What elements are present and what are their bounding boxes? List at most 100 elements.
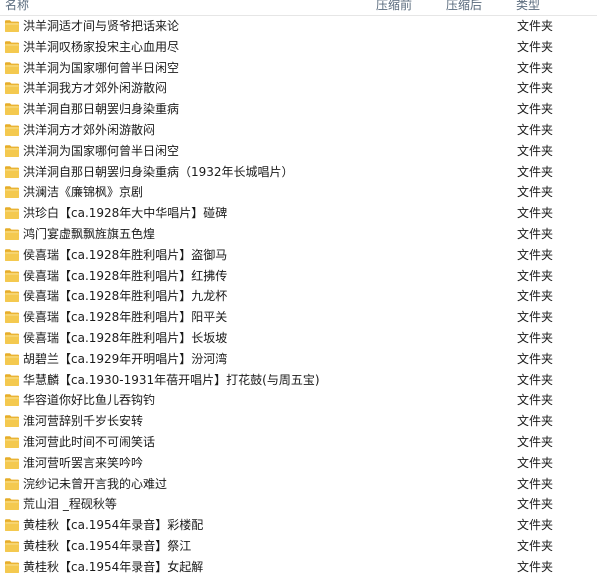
list-item[interactable]: 侯喜瑞【ca.1928年胜利唱片】红拂传 文件夹: [0, 266, 597, 287]
file-list: 洪羊洞适才间与贤爷把话来论 文件夹 洪羊洞叹杨家投宋主心血用尽 文件夹 洪羊洞为国家哪何…: [0, 16, 597, 578]
list-item[interactable]: 洪澜洁《廉锦枫》京剧 文件夹: [0, 182, 597, 203]
item-type: 文件夹: [517, 289, 554, 304]
list-item[interactable]: 洪羊洞叹杨家投宋主心血用尽 文件夹: [0, 37, 597, 58]
item-name: 华慧麟【ca.1930-1931年蓓开唱片】打花鼓(与周五宝): [23, 372, 320, 387]
item-name: 洪羊洞我方才郊外闲游散闷: [23, 81, 168, 96]
item-name: 洪洋洞为国家哪何曾半日闲空: [23, 143, 180, 158]
list-item[interactable]: 侯喜瑞【ca.1928年胜利唱片】阳平关 文件夹: [0, 307, 597, 328]
item-type: 文件夹: [517, 434, 554, 449]
list-item[interactable]: 黄桂秋【ca.1954年录音】祭江 文件夹: [0, 536, 597, 557]
folder-icon: [4, 393, 20, 407]
list-item[interactable]: 洪洋洞为国家哪何曾半日闲空 文件夹: [0, 141, 597, 162]
item-name: 侯喜瑞【ca.1928年胜利唱片】九龙杯: [23, 289, 228, 304]
item-type: 文件夹: [517, 330, 554, 345]
folder-icon: [4, 414, 20, 428]
item-name: 荒山泪 _程砚秋等: [23, 497, 117, 512]
list-item[interactable]: 洪羊洞我方才郊外闲游散闷 文件夹: [0, 78, 597, 99]
folder-icon: [4, 227, 20, 241]
column-header-ratio[interactable]: 压缩后: [446, 0, 482, 13]
folder-icon: [4, 269, 20, 283]
list-item[interactable]: 胡碧兰【ca.1929年开明唱片】汾河湾 文件夹: [0, 349, 597, 370]
list-item[interactable]: 侯喜瑞【ca.1928年胜利唱片】长坂坡 文件夹: [0, 328, 597, 349]
item-name: 淮河营辞别千岁长安转: [23, 414, 144, 429]
item-type: 文件夹: [517, 226, 554, 241]
folder-icon: [4, 331, 20, 345]
list-item[interactable]: 黄桂秋【ca.1954年录音】彩楼配 文件夹: [0, 515, 597, 536]
folder-icon: [4, 81, 20, 95]
item-type: 文件夹: [517, 102, 554, 117]
list-item[interactable]: 洪羊洞适才间与贤爷把话来论 文件夹: [0, 16, 597, 37]
folder-icon: [4, 248, 20, 262]
list-item[interactable]: 淮河营辞别千岁长安转 文件夹: [0, 411, 597, 432]
item-name: 洪羊洞自那日朝罢归身染重病: [23, 102, 180, 117]
item-type: 文件夹: [517, 39, 554, 54]
item-name: 侯喜瑞【ca.1928年胜利唱片】阳平关: [23, 310, 228, 325]
item-type: 文件夹: [517, 351, 554, 366]
list-item[interactable]: 鸿门宴虚飘飘旌旗五色煌 文件夹: [0, 224, 597, 245]
list-item[interactable]: 洪洋洞方才郊外闲游散闷 文件夹: [0, 120, 597, 141]
item-name: 淮河营此时间不可闹笑话: [23, 434, 156, 449]
item-name: 洪珍白【ca.1928年大中华唱片】碰碑: [23, 206, 228, 221]
item-name: 胡碧兰【ca.1929年开明唱片】汾河湾: [23, 351, 228, 366]
item-name: 洪羊洞适才间与贤爷把话来论: [23, 19, 180, 33]
list-item[interactable]: 华慧麟【ca.1930-1931年蓓开唱片】打花鼓(与周五宝) 文件夹: [0, 370, 597, 391]
item-type: 文件夹: [517, 206, 554, 221]
folder-icon: [4, 144, 20, 158]
item-type: 文件夹: [517, 518, 554, 533]
folder-icon: [4, 19, 20, 33]
folder-icon: [4, 352, 20, 366]
list-item[interactable]: 浣纱记未曾开言我的心难过 文件夹: [0, 474, 597, 495]
folder-icon: [4, 165, 20, 179]
item-type: 文件夹: [517, 559, 554, 574]
item-name: 黄桂秋【ca.1954年录音】彩楼配: [23, 518, 204, 533]
item-name: 侯喜瑞【ca.1928年胜利唱片】红拂传: [23, 268, 228, 283]
item-name: 华容道你好比鱼儿吞钩钓: [23, 393, 156, 408]
list-item[interactable]: 洪羊洞自那日朝罢归身染重病 文件夹: [0, 99, 597, 120]
item-type: 文件夹: [517, 19, 554, 33]
list-item[interactable]: 华容道你好比鱼儿吞钩钓 文件夹: [0, 390, 597, 411]
item-name: 洪洋洞自那日朝罢归身染重病（1932年长城唱片）: [23, 164, 294, 179]
item-name: 侯喜瑞【ca.1928年胜利唱片】长坂坡: [23, 330, 228, 345]
item-type: 文件夹: [517, 372, 554, 387]
item-type: 文件夹: [517, 476, 554, 491]
list-item[interactable]: 淮河营此时间不可闹笑话 文件夹: [0, 432, 597, 453]
list-item[interactable]: 侯喜瑞【ca.1928年胜利唱片】盗御马 文件夹: [0, 245, 597, 266]
item-type: 文件夹: [517, 122, 554, 137]
list-item[interactable]: 荒山泪 _程砚秋等 文件夹: [0, 494, 597, 515]
item-type: 文件夹: [517, 497, 554, 512]
column-header-name[interactable]: 名称: [5, 0, 29, 13]
column-header-compressed[interactable]: 压缩前: [376, 0, 412, 13]
item-type: 文件夹: [517, 143, 554, 158]
item-name: 侯喜瑞【ca.1928年胜利唱片】盗御马: [23, 247, 228, 262]
item-name: 淮河营听罢言来笑吟吟: [23, 455, 144, 470]
item-name: 浣纱记未曾开言我的心难过: [23, 476, 168, 491]
folder-icon: [4, 40, 20, 54]
list-item[interactable]: 黄桂秋【ca.1954年录音】女起解 文件夹: [0, 557, 597, 578]
item-type: 文件夹: [517, 185, 554, 200]
item-type: 文件夹: [517, 538, 554, 553]
folder-icon: [4, 310, 20, 324]
item-name: 洪羊洞叹杨家投宋主心血用尽: [23, 39, 180, 54]
folder-icon: [4, 477, 20, 491]
folder-icon: [4, 206, 20, 220]
item-type: 文件夹: [517, 164, 554, 179]
list-item[interactable]: 淮河营听罢言来笑吟吟 文件夹: [0, 453, 597, 474]
folder-icon: [4, 102, 20, 116]
item-name: 鸿门宴虚飘飘旌旗五色煌: [23, 226, 156, 241]
item-type: 文件夹: [517, 455, 554, 470]
folder-icon: [4, 518, 20, 532]
column-header-bar: 名称 压缩前 压缩后 类型: [0, 0, 597, 16]
folder-icon: [4, 61, 20, 75]
list-item[interactable]: 侯喜瑞【ca.1928年胜利唱片】九龙杯 文件夹: [0, 286, 597, 307]
column-header-type[interactable]: 类型: [516, 0, 540, 13]
folder-icon: [4, 185, 20, 199]
list-item[interactable]: 洪珍白【ca.1928年大中华唱片】碰碑 文件夹: [0, 203, 597, 224]
item-type: 文件夹: [517, 60, 554, 75]
list-item[interactable]: 洪羊洞为国家哪何曾半日闲空 文件夹: [0, 58, 597, 79]
folder-icon: [4, 456, 20, 470]
item-type: 文件夹: [517, 393, 554, 408]
item-type: 文件夹: [517, 268, 554, 283]
folder-icon: [4, 497, 20, 511]
item-name: 洪洋洞方才郊外闲游散闷: [23, 122, 156, 137]
list-item[interactable]: 洪洋洞自那日朝罢归身染重病（1932年长城唱片） 文件夹: [0, 162, 597, 183]
